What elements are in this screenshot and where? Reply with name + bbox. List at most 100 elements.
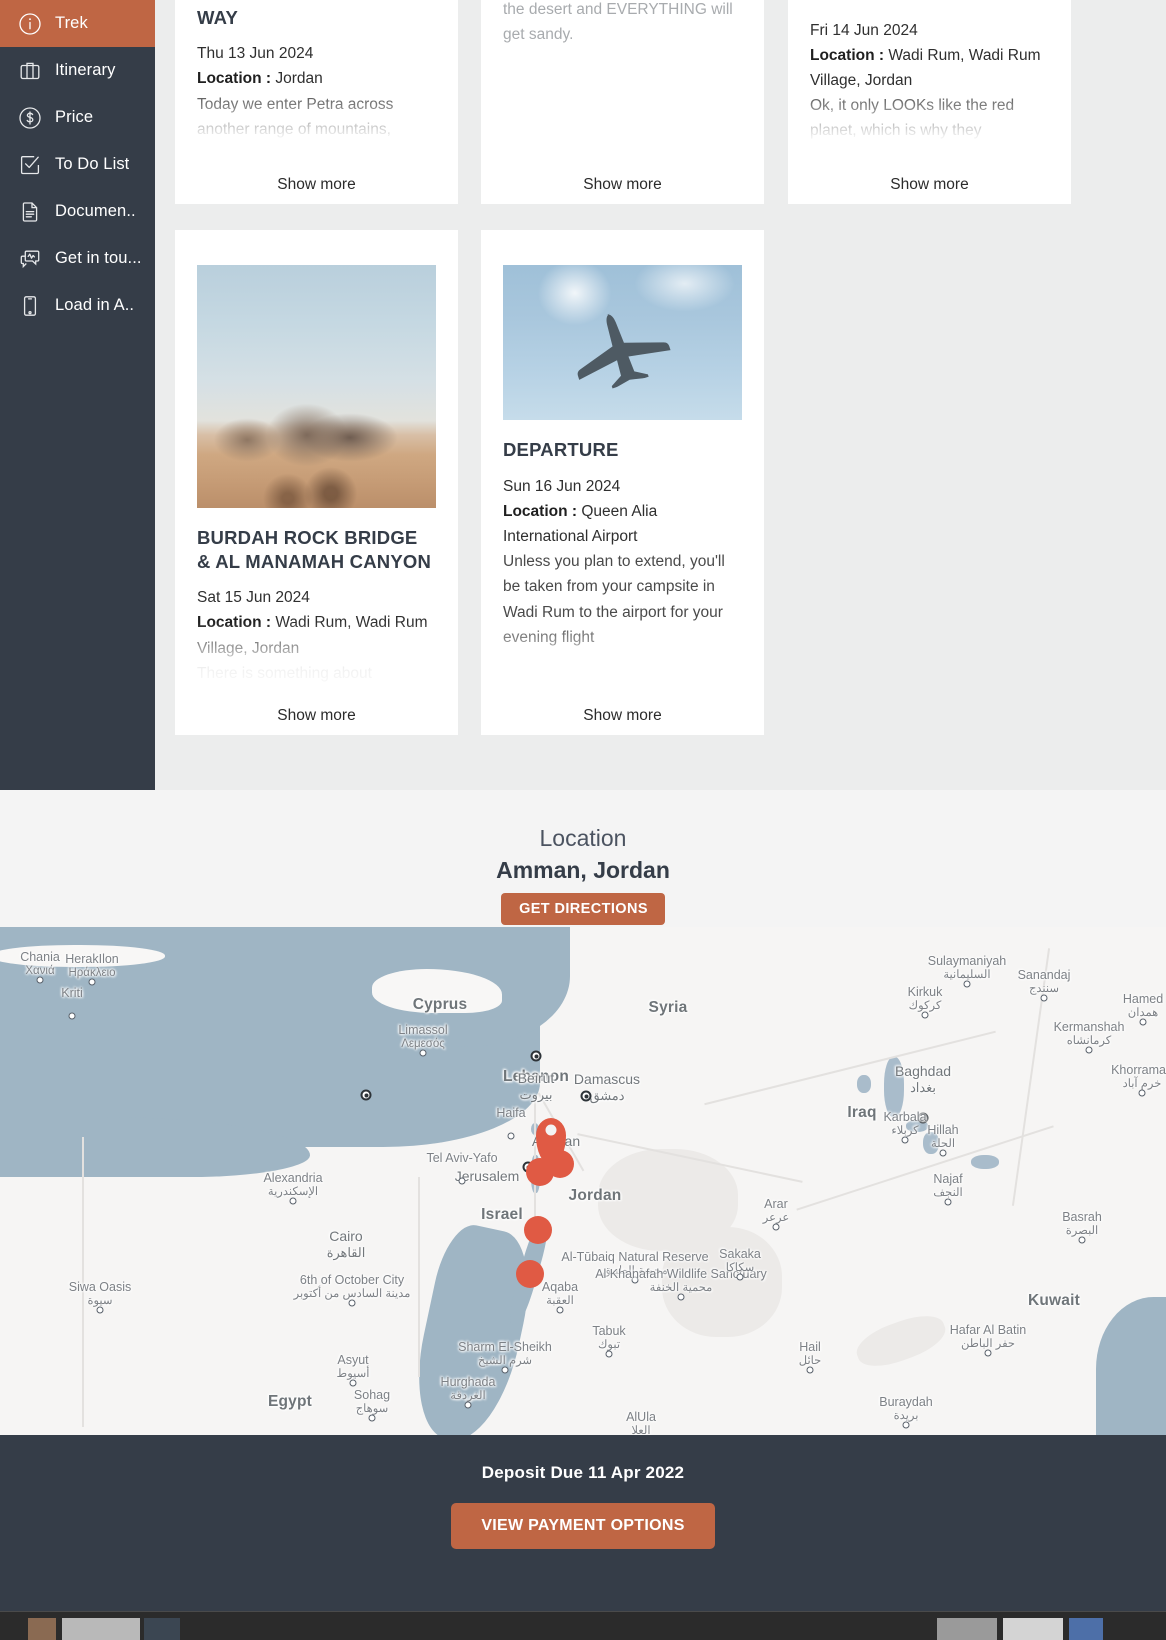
view-payment-options-button[interactable]: VIEW PAYMENT OPTIONS (451, 1503, 715, 1549)
card-description: Today we enter Petra across another rang… (197, 95, 394, 138)
taskbar-app-2[interactable] (62, 1618, 140, 1640)
map-city-dot (501, 1366, 509, 1374)
taskbar-app-5[interactable] (1003, 1618, 1063, 1640)
map-city-dot (36, 976, 44, 984)
itinerary-card-desert-camp[interactable]: camps provide some protection from the e… (481, 0, 764, 204)
map-country-label: Iraq (847, 1104, 877, 1121)
map-location-pin[interactable] (516, 1260, 544, 1288)
map-location-pin[interactable] (546, 1150, 574, 1178)
sidebar-item-documents[interactable]: Documen.. (0, 188, 155, 235)
persian-gulf (1096, 1297, 1166, 1435)
sidebar-item-load-in-app[interactable]: Load in A.. (0, 282, 155, 329)
crete-island (0, 945, 165, 967)
map-city-dot (901, 1136, 909, 1144)
deposit-due-text: Deposit Due 11 Apr 2022 (481, 1463, 685, 1482)
map-city-dot (1040, 994, 1048, 1002)
map-city-label: Hail حائل (798, 1340, 822, 1367)
map-city-dot (458, 1177, 466, 1185)
map-city-dot (349, 1379, 357, 1387)
sidebar-item-to-do-list[interactable]: To Do List (0, 141, 155, 188)
os-taskbar[interactable] (0, 1611, 1166, 1640)
show-more-button[interactable]: Show more (175, 696, 458, 735)
map-city-dot (772, 1223, 780, 1231)
iraq-lake-1 (884, 1057, 904, 1117)
map-city-label: Aqaba العقبة (541, 1280, 579, 1307)
map-city-label: Siwa Oasis سيوة (68, 1280, 132, 1307)
sidebar-item-price[interactable]: Price (0, 94, 155, 141)
map-city-dot (289, 1197, 297, 1205)
card-description: There is something about (197, 664, 372, 682)
show-more-button[interactable]: Show more (175, 165, 458, 204)
map-location-pin[interactable] (524, 1216, 552, 1244)
taskbar-app-6[interactable] (1069, 1618, 1103, 1640)
sidebar-item-get-in-touch[interactable]: Get in tou... (0, 235, 155, 282)
taskbar-app-3[interactable] (144, 1618, 180, 1640)
border-egypt-east (418, 1177, 420, 1377)
card-title: WALK ON MARS (810, 0, 1049, 6)
sidebar-item-itinerary[interactable]: Itinerary (0, 47, 155, 94)
show-more-button[interactable]: Show more (788, 165, 1071, 204)
get-directions-button[interactable]: GET DIRECTIONS (501, 893, 665, 926)
airplane-icon (577, 312, 671, 389)
map-capital-dot (530, 1050, 542, 1062)
sidebar-item-label: Trek (55, 14, 88, 32)
map-capital-dot (360, 1089, 372, 1101)
card-location: Location : Wadi Rum, Wadi Rum Village, J… (810, 43, 1049, 93)
itinerary-card-petra[interactable]: PETRA VIA AL MADRAS WAY Thu 13 Jun 2024 … (175, 0, 458, 204)
itinerary-card-walk-on-mars[interactable]: WALK ON MARS Fri 14 Jun 2024 Location : … (788, 0, 1071, 204)
itinerary-card-burdah-rock-bridge[interactable]: BURDAH ROCK BRIDGE & AL MANAMAH CANYON S… (175, 230, 458, 735)
card-title: DEPARTURE (503, 439, 619, 460)
desert-area-shade (851, 1307, 951, 1375)
card-location-label: Location : (503, 502, 578, 520)
map-country-label: Kuwait (1027, 1292, 1081, 1309)
map-city-dot (368, 1414, 376, 1422)
card-location: Location : Wadi Rum, Wadi Rum Village, J… (197, 610, 436, 660)
suitcase-icon (17, 58, 42, 83)
card-title: BURDAH ROCK BRIDGE & AL MANAMAH CANYON (197, 527, 432, 572)
border-israel-jordan (534, 1097, 536, 1217)
location-map[interactable]: Cyprus Syria Lebanon Iraq Israel Jordan Egypt K… (0, 927, 1166, 1435)
itinerary-card-grid: PETRA VIA AL MADRAS WAY Thu 13 Jun 2024 … (175, 0, 1166, 790)
map-city-label: Tabuk تبوك (592, 1324, 626, 1351)
sidebar-item-label: Price (55, 108, 94, 126)
location-title: Amman, Jordan (496, 856, 670, 883)
map-city-dot (88, 978, 96, 986)
show-more-button[interactable]: Show more (481, 696, 764, 735)
map-capital-label: Cairo القاهرة (326, 1228, 366, 1260)
itinerary-card-departure[interactable]: DEPARTURE Sun 16 Jun 2024 Location : Que… (481, 230, 764, 735)
checkbox-icon (17, 152, 42, 177)
map-city-label: Najaf النجف (933, 1172, 963, 1199)
map-city-dot (939, 1149, 947, 1157)
map-city-dot (507, 1132, 515, 1140)
sidebar-item-label: Documen.. (55, 202, 136, 220)
sidebar-item-label: Itinerary (55, 61, 116, 79)
map-city-dot (96, 1306, 104, 1314)
chat-icon (17, 246, 42, 271)
iraq-lake-4 (923, 1132, 939, 1154)
map-city-dot (944, 1198, 952, 1206)
taskbar-app-1[interactable] (28, 1618, 56, 1640)
map-country-label: Israel (481, 1206, 523, 1223)
map-city-label: Buraydah بريدة (879, 1395, 933, 1422)
airplane-in-sky-photo (503, 265, 742, 420)
location-section: Location Amman, Jordan GET DIRECTIONS (0, 790, 1166, 927)
map-city-dot (736, 1273, 744, 1281)
map-city-label: AlUla العلا (626, 1410, 656, 1435)
map-city-label: Basrah البصرة (1062, 1210, 1102, 1237)
red-sea (403, 1219, 542, 1435)
itinerary-top-section: Trek Itinerary Price To Do List Documen.… (0, 0, 1166, 790)
map-city-dot (963, 980, 971, 988)
taskbar-app-4[interactable] (937, 1618, 997, 1640)
map-city-label: Kermanshah کرمانشاه (1053, 1020, 1125, 1047)
sidebar: Trek Itinerary Price To Do List Documen.… (0, 0, 155, 790)
border-iran-iraq (1011, 948, 1050, 1206)
map-city-dot (1085, 1046, 1093, 1054)
map-city-dot (464, 1401, 472, 1409)
show-more-button[interactable]: Show more (481, 165, 764, 204)
sidebar-item-trek[interactable]: Trek (0, 0, 155, 47)
mobile-icon (17, 293, 42, 318)
map-city-label: Kirkuk كركوك (907, 985, 943, 1012)
card-description: camps provide some protection from the e… (503, 0, 733, 43)
sidebar-item-label: Get in tou... (55, 249, 142, 267)
map-city-label: Alexandria الإسكندرية (263, 1171, 323, 1198)
